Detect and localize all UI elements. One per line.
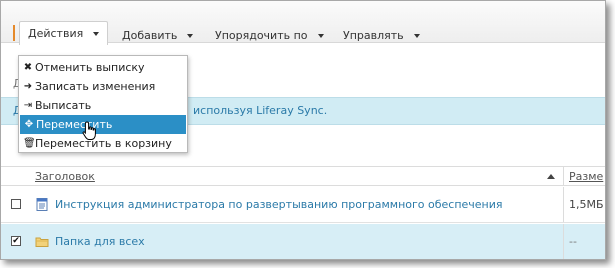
menu-item-label: Переместить в корзину bbox=[35, 137, 172, 150]
add-button[interactable]: Добавить bbox=[114, 23, 201, 49]
column-header-size[interactable]: Разме bbox=[569, 167, 603, 186]
row-checkbox-checked[interactable]: ✔ bbox=[11, 236, 21, 246]
row-title-link[interactable]: Инструкция администратора по развертыван… bbox=[55, 187, 503, 223]
add-label: Добавить bbox=[122, 29, 178, 42]
caret-down-icon bbox=[413, 34, 420, 38]
sign-out-icon: ⇥ bbox=[23, 100, 33, 111]
menu-item-label: Выписать bbox=[35, 99, 92, 112]
table-row[interactable]: Инструкция администратора по развертыван… bbox=[1, 187, 605, 223]
column-divider bbox=[563, 187, 564, 222]
caret-down-icon bbox=[317, 34, 324, 38]
column-header-title[interactable]: Заголовок bbox=[35, 167, 95, 186]
menu-item-checkout[interactable]: ⇥ Выписать bbox=[19, 96, 187, 115]
window-frame: Действия Добавить Упорядочить по Управля… bbox=[0, 0, 606, 260]
sign-in-icon: ➜ bbox=[23, 81, 33, 92]
row-title-link[interactable]: Папка для всех bbox=[55, 224, 145, 259]
actions-dropdown-menu: ✖ Отменить выписку ➜ Записать изменения … bbox=[18, 55, 188, 153]
column-divider bbox=[563, 224, 564, 259]
menu-item-checkin[interactable]: ➜ Записать изменения bbox=[19, 77, 187, 96]
actions-label: Действия bbox=[28, 27, 84, 40]
manage-button[interactable]: Управлять bbox=[335, 23, 428, 49]
move-icon: ✥ bbox=[24, 119, 34, 130]
toolbar-edge bbox=[13, 25, 15, 41]
menu-item-label: Переместить bbox=[36, 118, 113, 131]
row-checkbox[interactable] bbox=[11, 199, 21, 209]
close-icon: ✖ bbox=[23, 62, 33, 73]
table-row[interactable]: ✔ Папка для всех -- bbox=[1, 224, 605, 259]
column-divider bbox=[563, 167, 564, 185]
caret-down-icon bbox=[187, 34, 194, 38]
manage-label: Управлять bbox=[343, 29, 404, 42]
menu-item-label: Записать изменения bbox=[35, 80, 156, 93]
hand-cursor-icon bbox=[82, 121, 96, 140]
trash-icon: 🗑 bbox=[23, 138, 36, 149]
actions-button[interactable]: Действия bbox=[19, 21, 109, 45]
row-size: 1,5МБ bbox=[569, 198, 604, 211]
menu-item-move[interactable]: ✥ Переместить bbox=[20, 115, 186, 134]
liferay-sync-link[interactable]: используя Liferay Sync. bbox=[193, 98, 327, 124]
row-size: -- bbox=[569, 235, 577, 248]
toolbar: Действия Добавить Упорядочить по Управля… bbox=[1, 1, 605, 45]
caret-down-icon bbox=[93, 32, 100, 36]
sort-asc-icon[interactable] bbox=[547, 174, 555, 179]
sort-button[interactable]: Упорядочить по bbox=[207, 23, 332, 49]
menu-item-move-to-trash[interactable]: 🗑 Переместить в корзину bbox=[19, 134, 187, 153]
menu-item-label: Отменить выписку bbox=[35, 61, 145, 74]
sort-label: Упорядочить по bbox=[215, 29, 308, 42]
table-header: Заголовок Разме bbox=[1, 166, 605, 186]
menu-item-cancel-checkout[interactable]: ✖ Отменить выписку bbox=[19, 58, 187, 77]
document-icon bbox=[36, 198, 48, 211]
folder-icon bbox=[35, 237, 49, 247]
